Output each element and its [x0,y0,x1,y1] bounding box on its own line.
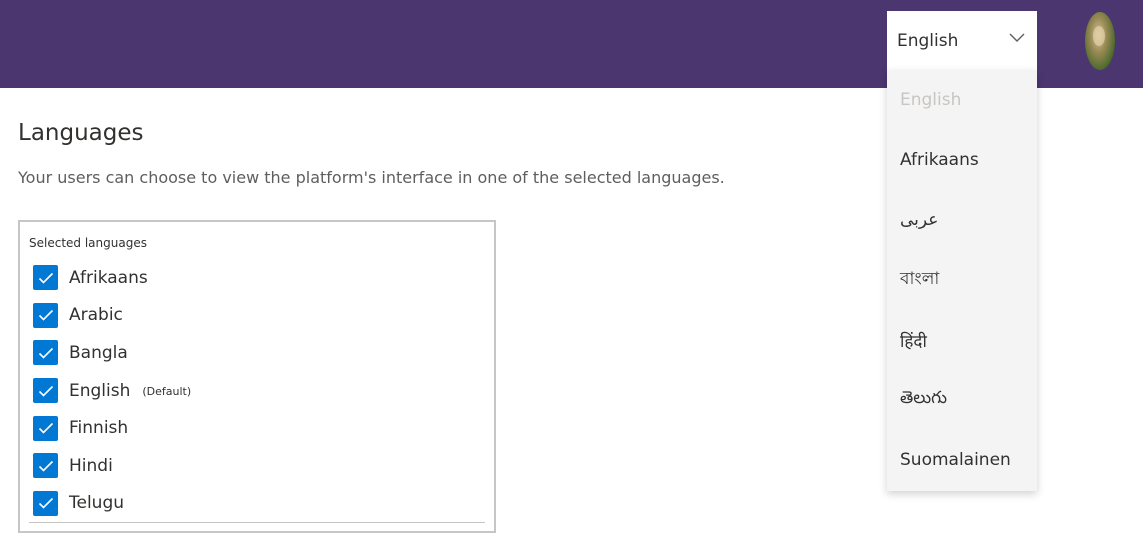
language-row-finnish[interactable]: Finnish [33,409,191,447]
dropdown-option-afrikaans[interactable]: Afrikaans [887,130,1037,190]
dropdown-option-bangla[interactable]: বাংলা [887,250,1037,310]
checkbox-checked-icon[interactable] [33,378,58,404]
language-label: English [69,380,131,401]
language-label: Afrikaans [69,267,148,288]
language-row-english[interactable]: English (Default) [33,372,191,410]
checkbox-checked-icon[interactable] [33,265,58,291]
language-label: Finnish [69,418,129,439]
language-row-bangla[interactable]: Bangla [33,334,191,372]
language-select-value: English [897,30,959,51]
checkbox-checked-icon[interactable] [33,453,58,479]
dropdown-option-telugu[interactable]: తెలుగు [887,370,1037,430]
language-row-telugu[interactable]: Telugu [33,485,191,523]
language-dropdown-menu: English Afrikaans عربى বাংলা हिंदी తెలుగ… [887,70,1037,491]
checkbox-checked-icon[interactable] [33,302,58,328]
selected-languages-label: Selected languages [29,236,147,250]
checkbox-checked-icon[interactable] [33,340,58,366]
page-title: Languages [18,120,144,146]
language-label: Bangla [69,342,128,363]
dropdown-option-arabic[interactable]: عربى [887,190,1037,250]
default-tag: (Default) [142,385,192,399]
user-avatar[interactable] [1085,12,1115,70]
checkbox-checked-icon[interactable] [33,415,58,441]
selected-languages-box: Selected languages Afrikaans Arabic Bang… [18,220,496,533]
chevron-down-icon [1009,33,1025,42]
dropdown-option-finnish[interactable]: Suomalainen [887,430,1037,490]
divider [29,522,485,523]
dropdown-option-hindi[interactable]: हिंदी [887,310,1037,370]
checkbox-checked-icon[interactable] [33,490,58,516]
language-select[interactable]: English [887,11,1037,70]
language-label: Arabic [69,305,123,326]
language-checkbox-list: Afrikaans Arabic Bangla English (Default… [33,259,191,522]
language-row-arabic[interactable]: Arabic [33,297,191,335]
language-row-afrikaans[interactable]: Afrikaans [33,259,191,297]
language-label: Hindi [69,455,113,476]
language-label: Telugu [69,493,125,514]
dropdown-option-english: English [900,90,962,110]
page-description: Your users can choose to view the platfo… [18,168,725,187]
language-row-hindi[interactable]: Hindi [33,447,191,485]
